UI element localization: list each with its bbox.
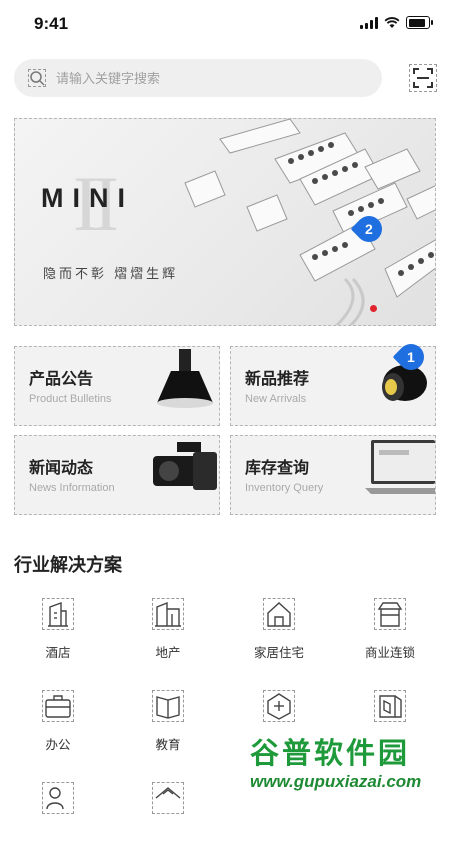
section-title: 行业解决方案 [14,555,122,576]
card-product-bulletins[interactable]: 产品公告 Product Bulletins [14,346,220,426]
pendant-lamp-image [149,347,219,425]
card-title: 新闻动态 [29,458,94,477]
watermark-url: www.gupuxiazai.com [250,772,422,791]
card-title: 产品公告 [29,369,94,388]
signal-icon [360,16,378,29]
search-bar[interactable] [14,59,382,99]
card-subtitle: Product Bulletins [29,393,112,405]
solution-office[interactable]: 办公 [8,690,108,766]
card-news-information[interactable]: 新闻动态 News Information [14,435,220,515]
search-input[interactable] [54,59,358,99]
solution-label: 教育 [155,737,181,752]
scan-button[interactable] [409,64,437,92]
battery-icon [406,16,433,29]
solution-label: 商业连锁 [364,645,415,660]
hotel-icon [42,598,74,630]
solution-home[interactable]: 家居住宅 [229,598,329,674]
status-bar: 9:41 [0,0,450,50]
wifi-icon [384,16,400,28]
search-icon [28,69,46,87]
card-title: 库存查询 [245,458,310,477]
solution-label: 家居住宅 [253,645,304,660]
video-camera-image [149,436,219,514]
card-subtitle: Inventory Query [245,482,324,494]
house-icon [152,782,184,814]
card-inventory-query[interactable]: 库存查询 Inventory Query [230,435,436,515]
store-icon [374,598,406,630]
solution-label: 酒店 [45,645,71,660]
card-subtitle: News Information [29,482,115,494]
home-icon [263,598,295,630]
briefcase-icon [42,690,74,722]
carousel-indicator[interactable] [370,305,377,312]
solution-real-estate[interactable]: 地产 [118,598,218,674]
real-estate-icon [152,598,184,630]
card-title: 新品推荐 [245,369,310,388]
book-icon [152,690,184,722]
solution-item-10[interactable] [118,782,218,858]
card-subtitle: New Arrivals [245,393,307,405]
solution-store[interactable]: 商业连锁 [340,598,440,674]
watermark: 谷普软件园 www.gupuxiazai.com [242,724,450,800]
solution-label: 办公 [45,737,71,752]
solution-education[interactable]: 教育 [118,690,218,766]
solution-label: 地产 [155,645,181,660]
solution-item-9[interactable] [8,782,108,858]
status-icons [360,16,433,29]
laptop-image [365,436,435,514]
person-icon [42,782,74,814]
banner-subtitle: 隐而不彰 熠熠生辉 [43,267,179,282]
banner-title: MINI [41,183,134,213]
gallery-icon [374,690,406,722]
watermark-text: 谷普软件园 [250,736,411,770]
solution-hotel[interactable]: 酒店 [8,598,108,674]
medical-icon [263,690,295,722]
scan-icon [413,68,433,88]
status-time: 9:41 [34,14,69,33]
